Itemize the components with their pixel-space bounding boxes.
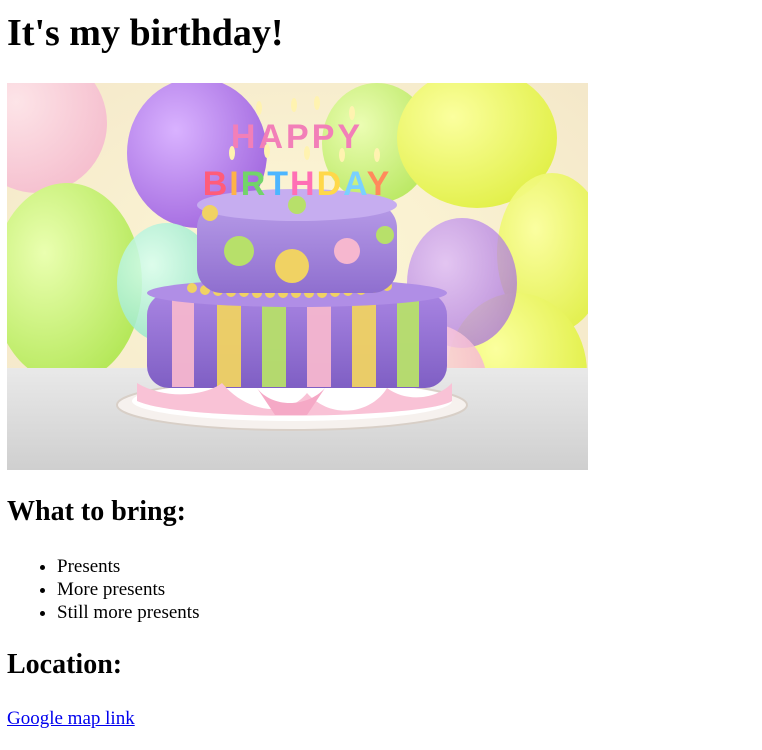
list-item: More presents (57, 578, 199, 601)
list-item: Still more presents (57, 601, 199, 624)
list-item: Presents (57, 555, 199, 578)
page-title: It's my birthday! (7, 12, 284, 54)
svg-text:BIRTHDAY: BIRTHDAY (203, 165, 392, 203)
location-heading: Location: (7, 649, 123, 680)
bring-list: Presents More presents Still more presen… (17, 555, 199, 624)
what-to-bring-heading: What to bring: (7, 496, 186, 527)
birthday-cake-image: HAPPY BIRTHDAY (7, 83, 588, 470)
page: It's my birthday! HAPPY BIRTHDAY What to… (0, 0, 762, 750)
google-map-link[interactable]: Google map link (7, 707, 135, 730)
